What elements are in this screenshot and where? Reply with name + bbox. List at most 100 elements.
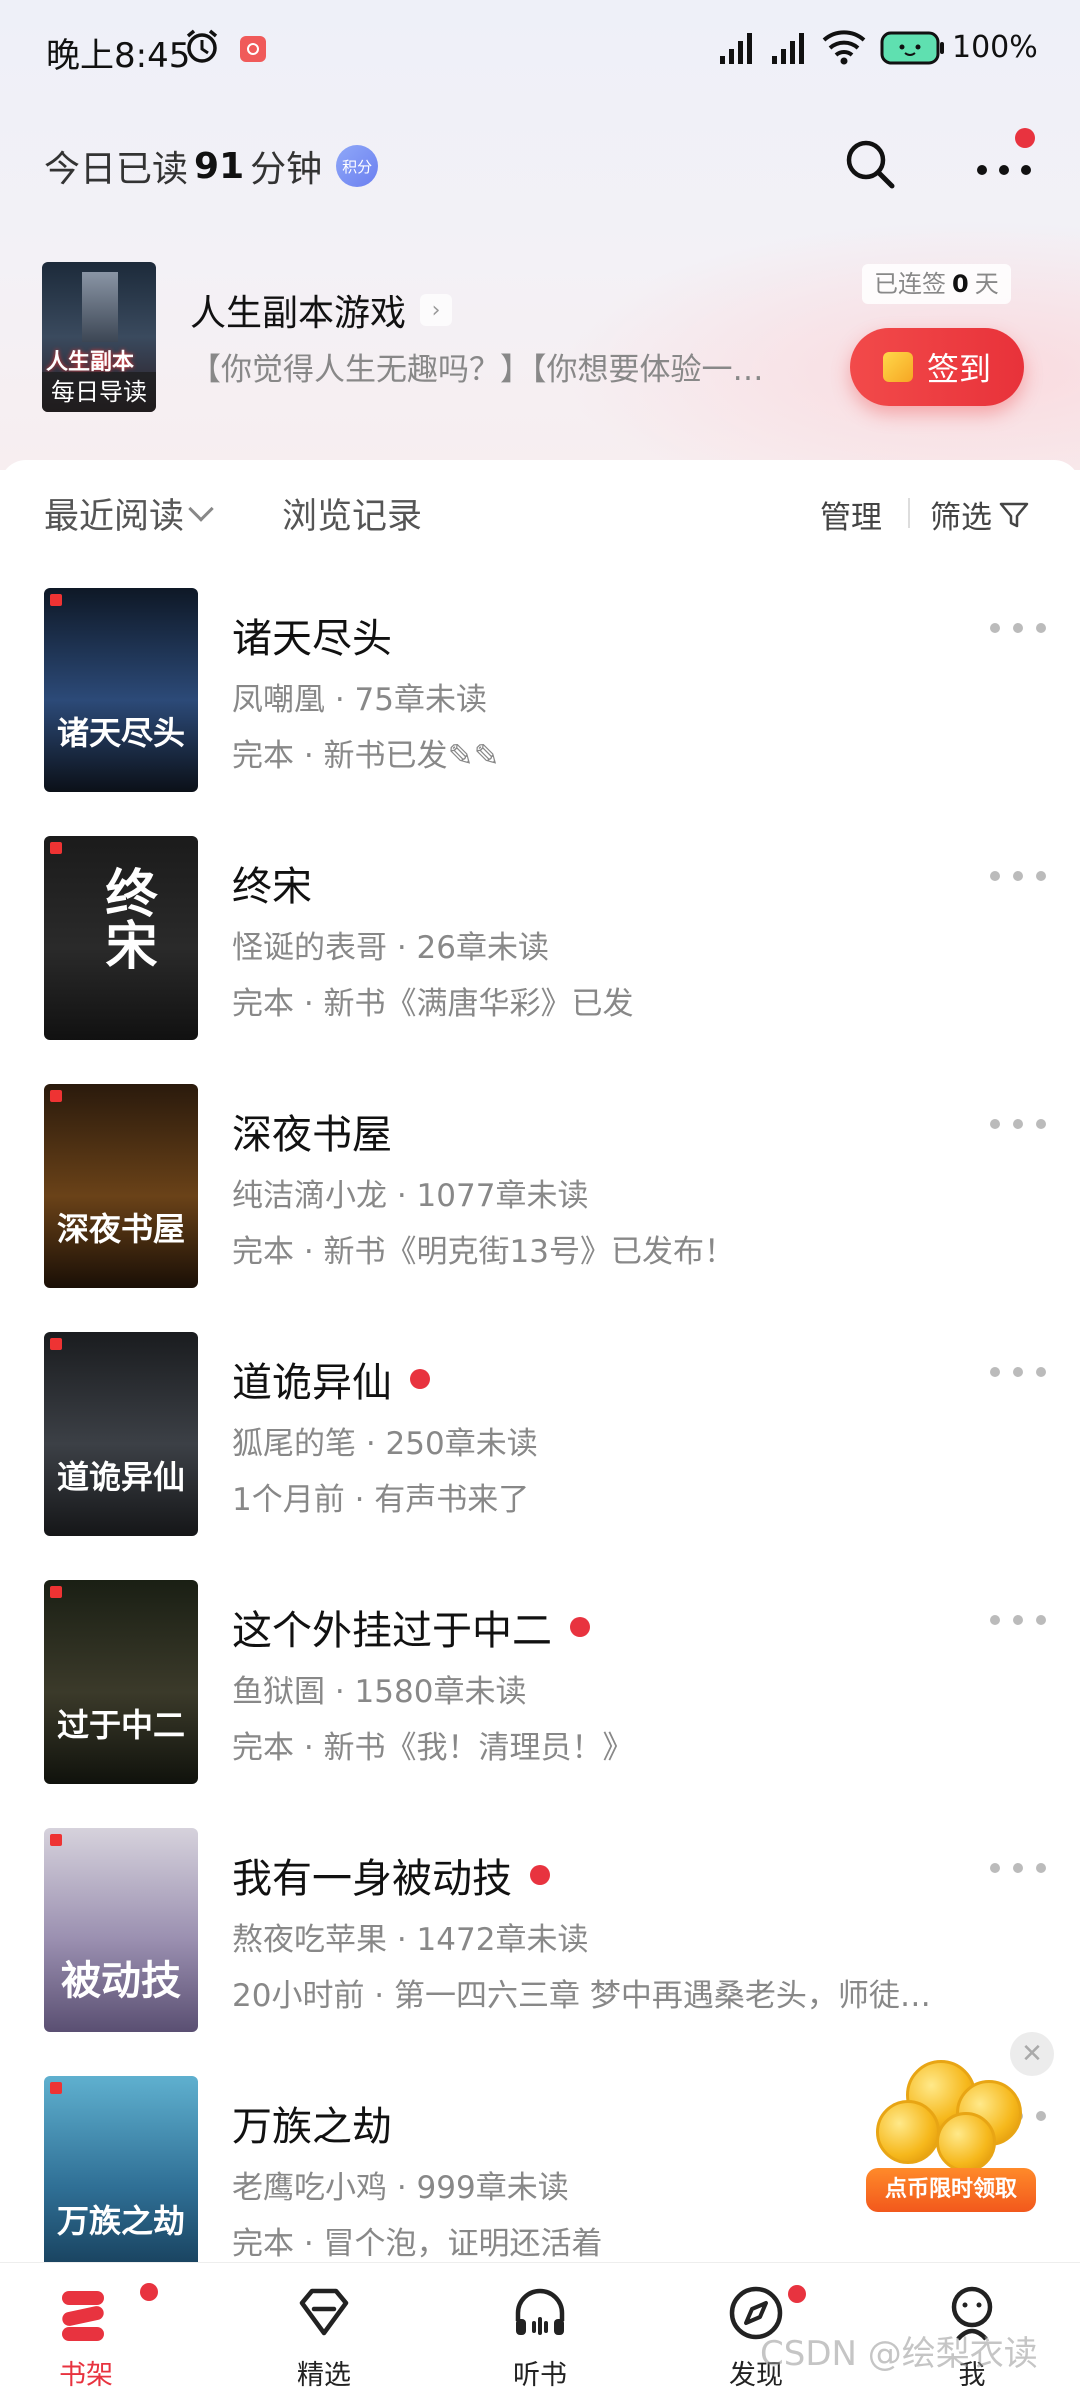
guide-book-intro: 【你觉得人生无趣吗？】【你想要体验一…: [190, 352, 764, 388]
watermark: CSDN @绘梨衣读: [760, 2334, 1038, 2374]
book-title: 道诡异仙: [232, 1360, 392, 1406]
book-meta: 纯洁滴小龙 · 1077章未读: [232, 1178, 589, 1214]
book-cover[interactable]: 被动技: [44, 1828, 198, 2032]
book-cover[interactable]: 深夜书屋: [44, 1084, 198, 1288]
book-cover[interactable]: 诸天尽头: [44, 588, 198, 792]
dot-icon: [1036, 1863, 1046, 1873]
nav-notification-dot: [788, 2285, 806, 2303]
manage-button[interactable]: 管理: [820, 492, 882, 537]
search-button[interactable]: [842, 136, 898, 192]
browse-history-tab[interactable]: 浏览记录: [282, 488, 422, 539]
book-cover[interactable]: 过于中二: [44, 1580, 198, 1784]
nav-bookshelf[interactable]: 书架: [6, 2263, 166, 2400]
streak-prefix: 已连签: [874, 270, 946, 298]
book-cover[interactable]: 万族之劫: [44, 2076, 198, 2280]
reading-time-today[interactable]: 今日已读 91 分钟 积分: [44, 140, 379, 192]
book-update: 完本 · 新书《明克街13号》已发布！: [232, 1234, 736, 1270]
gift-icon: [882, 352, 913, 382]
cover-title: 过于中二: [56, 1706, 185, 1744]
battery-percent: 100%: [952, 30, 1038, 65]
book-more-button[interactable]: [990, 1114, 1046, 1134]
chevron-down-icon: [188, 495, 214, 522]
cover-title: 终宋: [96, 866, 156, 970]
book-title-row: 道诡异仙: [232, 1350, 430, 1408]
chevron-right-icon: ›: [420, 294, 453, 326]
book-title: 深夜书屋: [232, 1112, 392, 1158]
nav-label: 书架: [59, 2360, 113, 2391]
reading-time-suffix: 分钟: [250, 149, 323, 190]
signal-icon: [770, 30, 810, 70]
filter-button[interactable]: 筛选: [930, 492, 1030, 537]
publisher-tag-icon: [50, 1090, 62, 1102]
book-more-button[interactable]: [990, 1858, 1046, 1878]
book-more-button[interactable]: [990, 1610, 1046, 1630]
publisher-tag-icon: [50, 594, 62, 606]
book-item[interactable]: 深夜书屋 深夜书屋 纯洁滴小龙 · 1077章未读 完本 · 新书《明克街13号》已发…: [0, 1084, 1080, 1294]
guide-book-cover[interactable]: 人生副本 每日导读: [42, 262, 156, 412]
book-title-row: 终宋: [232, 854, 312, 912]
book-title-row: 这个外挂过于中二: [232, 1598, 590, 1656]
book-meta: 狐尾的笔 · 250章未读: [232, 1426, 538, 1462]
book-item[interactable]: 过于中二 这个外挂过于中二鱼狱圄 · 1580章未读完本 · 新书《我！清理员！》: [0, 1580, 1080, 1790]
book-meta: 鱼狱圄 · 1580章未读: [232, 1674, 527, 1710]
book-item[interactable]: 被动技 我有一身被动技 熬夜吃苹果 · 1472章未读 20小时前 · 第一四六三章 …: [0, 1828, 1080, 2038]
book-meta: 怪诞的表哥 · 26章未读: [232, 930, 550, 966]
update-dot: [570, 1617, 590, 1637]
cover-title: 道诡异仙: [56, 1458, 185, 1496]
filter-label: 筛选: [930, 500, 992, 536]
recent-reading-label: 最近阅读: [44, 497, 185, 537]
dot-icon: [1013, 1863, 1023, 1873]
book-more-button[interactable]: [990, 866, 1046, 886]
nav-label: 听书: [513, 2360, 567, 2391]
nav-featured[interactable]: 精选: [244, 2263, 404, 2400]
bookshelf-icon: [62, 2291, 104, 2341]
dot-icon: [1036, 2111, 1046, 2121]
search-icon: [846, 140, 895, 189]
book-more-button[interactable]: [990, 1362, 1046, 1382]
dot-icon: [1013, 1615, 1023, 1625]
guide-title-text: 人生副本游戏: [190, 293, 407, 334]
dot-icon: [990, 623, 1000, 633]
dot-icon: [1036, 623, 1046, 633]
dot-icon: [1013, 871, 1023, 881]
cover-title: 被动技: [61, 1958, 181, 2004]
book-item[interactable]: 道诡异仙 道诡异仙 狐尾的笔 · 250章未读 1个月前 · 有声书来了: [0, 1332, 1080, 1542]
nav-audiobook[interactable]: 听书: [460, 2263, 620, 2400]
diamond-icon: [299, 2288, 349, 2336]
dot-icon: [1013, 623, 1023, 633]
update-dot: [530, 1865, 550, 1885]
publisher-tag-icon: [50, 1338, 62, 1350]
book-update: 完本 · 新书《我！清理员！》: [232, 1730, 634, 1766]
guide-cover-band: 每日导读: [42, 372, 156, 412]
book-cover[interactable]: 终宋: [44, 836, 198, 1040]
cover-title: 万族之劫: [56, 2202, 185, 2240]
streak-suffix: 天: [974, 270, 999, 298]
dot-icon: [1013, 1367, 1023, 1377]
book-meta: 熬夜吃苹果 · 1472章未读: [232, 1922, 589, 1958]
guide-book-title[interactable]: 人生副本游戏 ›: [190, 284, 453, 336]
coin-promo-widget[interactable]: 点币限时领取: [866, 2050, 1036, 2230]
book-title: 这个外挂过于中二: [232, 1608, 552, 1654]
shelf-filter-bar: 最近阅读 浏览记录 管理 筛选: [0, 488, 1080, 542]
book-update: 完本 · 新书《满唐华彩》已发: [232, 986, 634, 1022]
dot-icon: [990, 1863, 1000, 1873]
dot-icon: [1036, 1119, 1046, 1129]
recent-reading-dropdown[interactable]: 最近阅读: [44, 488, 214, 539]
book-title: 我有一身被动技: [232, 1856, 512, 1902]
book-title: 万族之劫: [232, 2104, 392, 2150]
book-cover[interactable]: 道诡异仙: [44, 1332, 198, 1536]
app-notification-icon: [240, 36, 266, 62]
book-item[interactable]: 诸天尽头 诸天尽头 凤嘲凰 · 75章未读 完本 · 新书已发✎✎: [0, 588, 1080, 798]
cover-art: [82, 272, 118, 342]
coin-icon: [876, 2100, 940, 2164]
book-item[interactable]: 终宋 终宋怪诞的表哥 · 26章未读完本 · 新书《满唐华彩》已发: [0, 836, 1080, 1046]
dot-icon: [990, 1367, 1000, 1377]
coin-icon: [936, 2112, 996, 2172]
book-title-row: 我有一身被动技: [232, 1846, 550, 1904]
points-badge[interactable]: 积分: [336, 145, 379, 187]
publisher-tag-icon: [50, 1834, 62, 1846]
signal-icon: [718, 30, 758, 70]
dot-icon: [1036, 1615, 1046, 1625]
book-more-button[interactable]: [990, 618, 1046, 638]
signin-button[interactable]: 签到: [850, 328, 1024, 406]
